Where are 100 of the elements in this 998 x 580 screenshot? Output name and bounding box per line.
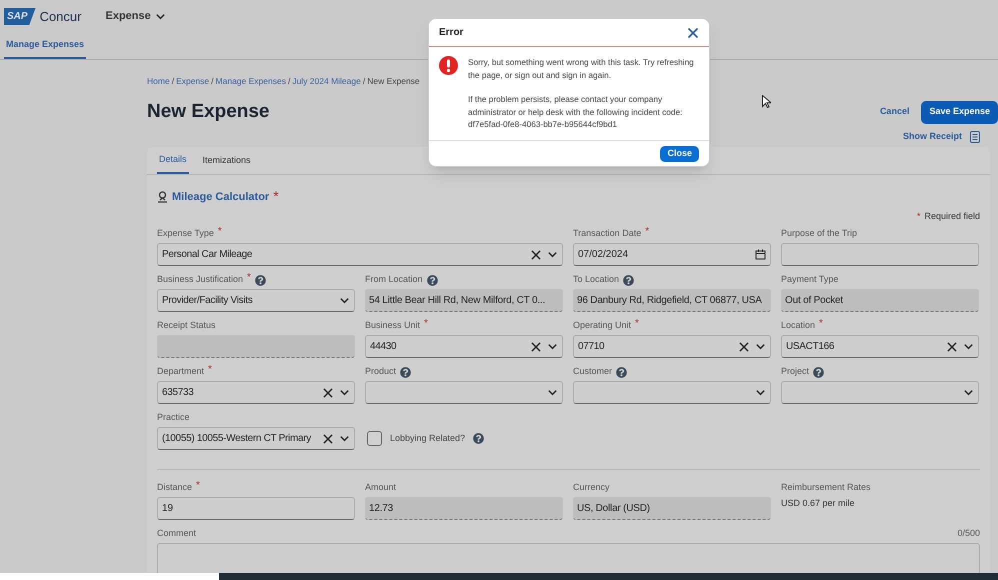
form-tab[interactable]: Itemizations — [200, 147, 253, 174]
readonly-field: US, Dollar (USD) — [573, 497, 771, 520]
checkbox-label: Lobbying Related? — [390, 432, 466, 445]
help-icon[interactable] — [813, 366, 824, 378]
required-asterisk: * — [819, 319, 823, 329]
help-icon[interactable] — [616, 366, 628, 378]
checkbox[interactable] — [367, 431, 382, 446]
cancel-button[interactable]: Cancel — [876, 105, 914, 119]
field-label: Operating Unit — [573, 319, 632, 332]
logo-mark: SAP — [4, 8, 36, 25]
field-label: Payment Type — [781, 273, 838, 286]
dialog-title: Error — [439, 26, 464, 40]
field-label: Purpose of the Trip — [781, 227, 858, 240]
chevron-down-icon[interactable] — [547, 387, 558, 398]
breadcrumb-link[interactable]: Home — [147, 74, 170, 88]
help-icon[interactable] — [426, 274, 438, 286]
clear-icon[interactable] — [739, 342, 749, 352]
error-message: Sorry, but something went wrong with this task. Try refreshing the page, or sign out and sign in again. — [468, 56, 695, 81]
chevron-down-icon[interactable] — [154, 11, 166, 22]
field-label: From Location — [365, 273, 423, 286]
readonly-field: 54 Little Bear Hill Rd, New Milford, CT 0... — [365, 289, 563, 312]
select-field[interactable] — [781, 381, 979, 404]
help-icon[interactable] — [254, 274, 266, 286]
field-label: Amount — [365, 481, 396, 494]
calendar-icon[interactable] — [755, 249, 766, 260]
help-icon[interactable] — [400, 366, 412, 378]
field-label: Business Unit — [365, 319, 420, 332]
readonly-field: Out of Pocket — [781, 289, 979, 312]
chevron-down-icon[interactable] — [339, 295, 350, 306]
clear-icon[interactable] — [323, 388, 333, 398]
clear-icon[interactable] — [531, 250, 541, 260]
required-asterisk: * — [208, 365, 212, 375]
error-icon — [439, 56, 458, 75]
field-label: Product — [365, 365, 396, 378]
show-receipt-link[interactable]: Show Receipt — [902, 130, 962, 144]
field-label: Project — [781, 365, 810, 378]
save-expense-button[interactable]: Save Expense — [921, 100, 998, 124]
select-field[interactable]: 07710 — [573, 335, 771, 358]
logo-text: Concur — [40, 8, 82, 26]
select-field[interactable]: 44430 — [365, 335, 563, 358]
chevron-down-icon[interactable] — [547, 249, 558, 260]
chevron-down-icon[interactable] — [963, 341, 974, 352]
clear-icon[interactable] — [531, 342, 541, 352]
required-asterisk: * — [273, 189, 279, 203]
clear-icon[interactable] — [947, 342, 957, 352]
field-label: Business Justification — [157, 273, 244, 286]
required-asterisk: * — [645, 227, 650, 237]
section-title: Mileage Calculator — [172, 190, 270, 205]
product-menu[interactable]: Expense — [105, 8, 166, 25]
select-field[interactable]: Provider/Facility Visits — [157, 289, 355, 312]
error-message: If the problem persists, please contact your company administrator or help desk with the following incident code: df7e5fad-0fe8-4063-bb7e-b95644cf9bd1 — [468, 93, 684, 130]
clear-icon[interactable] — [323, 434, 333, 444]
breadcrumb-link[interactable]: Expense — [176, 74, 210, 88]
select-field[interactable]: 635733 — [157, 381, 355, 404]
page-title: New Expense — [147, 100, 270, 124]
field-label: Currency — [573, 481, 610, 494]
help-icon[interactable] — [473, 433, 484, 444]
field-label: Comment — [157, 527, 196, 540]
character-counter: 0/500 — [957, 527, 980, 540]
select-field[interactable]: USACT166 — [781, 335, 979, 358]
chevron-down-icon[interactable] — [547, 341, 558, 352]
field-label: Location — [781, 319, 816, 332]
date-field[interactable]: 07/02/2024 — [573, 243, 771, 266]
comment-field[interactable] — [157, 543, 980, 573]
required-note: Required field — [924, 210, 980, 224]
chevron-down-icon[interactable] — [755, 341, 766, 352]
chevron-down-icon[interactable] — [339, 433, 350, 444]
field-label: Reimbursement Rates — [781, 481, 871, 494]
required-asterisk: * — [218, 227, 222, 237]
field-label: Transaction Date — [573, 227, 642, 240]
nav-tab[interactable]: Manage Expenses — [4, 33, 86, 59]
required-asterisk: * — [247, 273, 251, 283]
breadcrumb-link[interactable]: July 2024 Mileage — [292, 74, 361, 88]
form-tab[interactable]: Details — [157, 147, 189, 174]
close-icon[interactable] — [687, 26, 699, 38]
select-field[interactable] — [573, 381, 771, 404]
breadcrumb-link[interactable]: Manage Expenses — [216, 74, 286, 88]
chevron-down-icon[interactable] — [339, 387, 350, 398]
select-field[interactable]: (10055) 10055-Western CT Primary — [157, 427, 355, 450]
field-label: Department — [157, 365, 204, 378]
breadcrumb-separator: / — [286, 74, 292, 88]
readonly-field: 12.73 — [365, 497, 563, 520]
required-asterisk: * — [916, 210, 920, 224]
help-icon[interactable] — [623, 274, 634, 286]
input-field[interactable] — [781, 243, 979, 266]
rate-text: USD 0.67 per mile — [781, 497, 856, 510]
chevron-down-icon[interactable] — [755, 387, 766, 398]
input-field[interactable]: 19 — [157, 497, 355, 520]
mouse-cursor-icon — [762, 95, 771, 108]
receipt-icon[interactable] — [970, 131, 980, 143]
map-pin-icon — [157, 191, 168, 203]
select-field[interactable] — [365, 381, 563, 404]
field-label: Practice — [157, 411, 190, 424]
breadcrumb-current: New Expense — [367, 74, 420, 88]
chevron-down-icon[interactable] — [963, 387, 974, 398]
breadcrumb-separator: / — [170, 74, 176, 88]
close-button[interactable]: Close — [660, 146, 699, 162]
field-label: To Location — [573, 273, 620, 286]
select-field[interactable]: Personal Car Mileage — [157, 243, 563, 266]
required-asterisk: * — [424, 319, 428, 329]
